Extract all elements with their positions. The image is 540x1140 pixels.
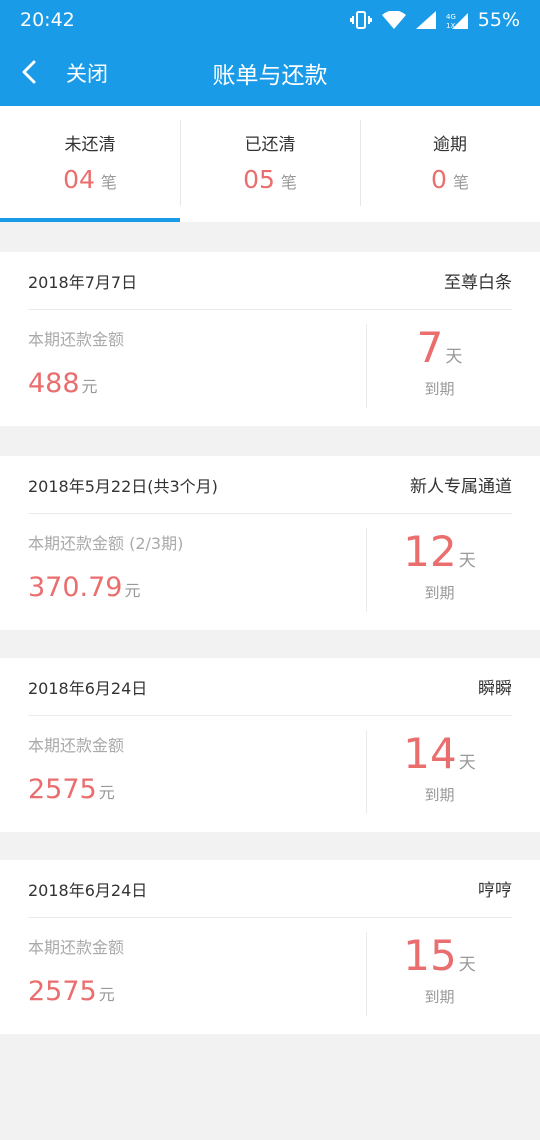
amount-value: 370.79 [28, 572, 123, 603]
due-label: 到期 [424, 380, 455, 398]
svg-text:4G: 4G [446, 13, 456, 21]
bill-date: 2018年6月24日 [28, 678, 148, 698]
days-remaining: 14 天 [403, 730, 475, 778]
bill-header: 2018年5月22日(共3个月) 新人专属通道 [28, 456, 512, 514]
bill-header: 2018年6月24日 瞬瞬 [28, 658, 512, 716]
amount-value: 488 [28, 368, 80, 399]
days-number: 14 [403, 729, 457, 778]
due-section: 12 天 到期 [366, 528, 512, 612]
amount-section: 本期还款金额 (2/3期) 370.79 元 [28, 514, 366, 630]
tab-count-unit: 笔 [100, 173, 117, 192]
days-remaining: 12 天 [403, 528, 475, 576]
tab-unpaid[interactable]: 未还清 04 笔 [0, 106, 180, 222]
tab-paid[interactable]: 已还清 05 笔 [180, 106, 360, 222]
tab-count: 05 笔 [243, 165, 297, 194]
due-section: 7 天 到期 [366, 324, 512, 408]
due-label: 到期 [424, 786, 455, 804]
tab-count-unit: 笔 [452, 173, 469, 192]
due-section: 15 天 到期 [366, 932, 512, 1016]
amount-label: 本期还款金额 [28, 736, 125, 755]
tab-overdue[interactable]: 逾期 0 笔 [360, 106, 540, 222]
tab-label: 逾期 [433, 135, 467, 155]
svg-text:1X: 1X [446, 22, 455, 29]
tab-count: 0 笔 [431, 165, 469, 194]
amount-label: 本期还款金额 (2/3期) [28, 534, 184, 553]
due-section: 14 天 到期 [366, 730, 512, 814]
close-button[interactable]: 关闭 [66, 58, 108, 88]
days-remaining: 7 天 [417, 324, 463, 372]
tab-label: 未还清 [64, 135, 116, 155]
amount-unit: 元 [81, 377, 98, 396]
amount: 2575 元 [28, 774, 366, 805]
status-tabs: 未还清 04 笔 已还清 05 笔 逾期 0 笔 [0, 106, 540, 222]
bill-card[interactable]: 2018年7月7日 至尊白条 本期还款金额 488 元 7 天 到期 [0, 252, 540, 426]
bill-body: 本期还款金额 2575 元 15 天 到期 [28, 918, 512, 1034]
amount-section: 本期还款金额 2575 元 [28, 716, 366, 832]
status-icons: 4G 1X 55% [349, 9, 520, 31]
bill-product-name: 瞬瞬 [478, 679, 512, 699]
tab-count-number: 0 [431, 165, 447, 194]
bill-header: 2018年6月24日 哼哼 [28, 860, 512, 918]
vibrate-icon [349, 10, 372, 30]
bill-product-name: 至尊白条 [444, 273, 512, 293]
amount: 2575 元 [28, 976, 366, 1007]
amount-value: 2575 [28, 774, 97, 805]
app-header: 20:42 4G 1X 55% 关闭 账单与还款 [0, 0, 540, 106]
days-remaining: 15 天 [403, 932, 475, 980]
days-unit: 天 [445, 347, 463, 367]
days-unit: 天 [458, 551, 476, 571]
bill-date: 2018年6月24日 [28, 880, 148, 900]
bill-product-name: 哼哼 [478, 881, 512, 901]
tab-label: 已还清 [244, 135, 296, 155]
signal-4g-icon: 4G 1X [446, 11, 468, 29]
days-unit: 天 [458, 955, 476, 975]
bill-body: 本期还款金额 2575 元 14 天 到期 [28, 716, 512, 832]
amount-label: 本期还款金额 [28, 938, 125, 957]
tab-count-number: 05 [243, 165, 275, 194]
amount-value: 2575 [28, 976, 97, 1007]
tab-count-unit: 笔 [280, 173, 297, 192]
days-number: 12 [403, 527, 457, 576]
amount-section: 本期还款金额 488 元 [28, 310, 366, 426]
active-tab-indicator [0, 218, 180, 222]
amount-section: 本期还款金额 2575 元 [28, 918, 366, 1034]
due-label: 到期 [424, 988, 455, 1006]
days-number: 7 [416, 323, 444, 372]
status-bar: 20:42 4G 1X 55% [0, 0, 540, 40]
amount: 370.79 元 [28, 572, 366, 603]
signal-icon [415, 11, 436, 29]
due-label: 到期 [424, 584, 455, 602]
days-unit: 天 [458, 753, 476, 773]
bill-date: 2018年7月7日 [28, 272, 138, 292]
bill-body: 本期还款金额 488 元 7 天 到期 [28, 310, 512, 426]
nav-bar: 关闭 账单与还款 [0, 40, 540, 106]
amount-unit: 元 [98, 783, 115, 802]
amount-label: 本期还款金额 [28, 330, 125, 349]
bill-card[interactable]: 2018年5月22日(共3个月) 新人专属通道 本期还款金额 (2/3期) 37… [0, 456, 540, 630]
bill-date: 2018年5月22日(共3个月) [28, 476, 218, 496]
bill-card[interactable]: 2018年6月24日 哼哼 本期还款金额 2575 元 15 天 到期 [0, 860, 540, 1034]
bill-body: 本期还款金额 (2/3期) 370.79 元 12 天 到期 [28, 514, 512, 630]
tab-count-number: 04 [63, 165, 95, 194]
amount-unit: 元 [98, 985, 115, 1004]
amount: 488 元 [28, 368, 366, 399]
battery-level: 55% [477, 9, 520, 31]
back-arrow-icon[interactable] [18, 60, 42, 84]
days-number: 15 [403, 931, 457, 980]
amount-unit: 元 [124, 581, 141, 600]
status-time: 20:42 [20, 9, 75, 31]
bill-product-name: 新人专属通道 [410, 477, 512, 497]
tab-count: 04 笔 [63, 165, 117, 194]
bill-header: 2018年7月7日 至尊白条 [28, 252, 512, 310]
wifi-icon [381, 11, 406, 29]
bill-card[interactable]: 2018年6月24日 瞬瞬 本期还款金额 2575 元 14 天 到期 [0, 658, 540, 832]
